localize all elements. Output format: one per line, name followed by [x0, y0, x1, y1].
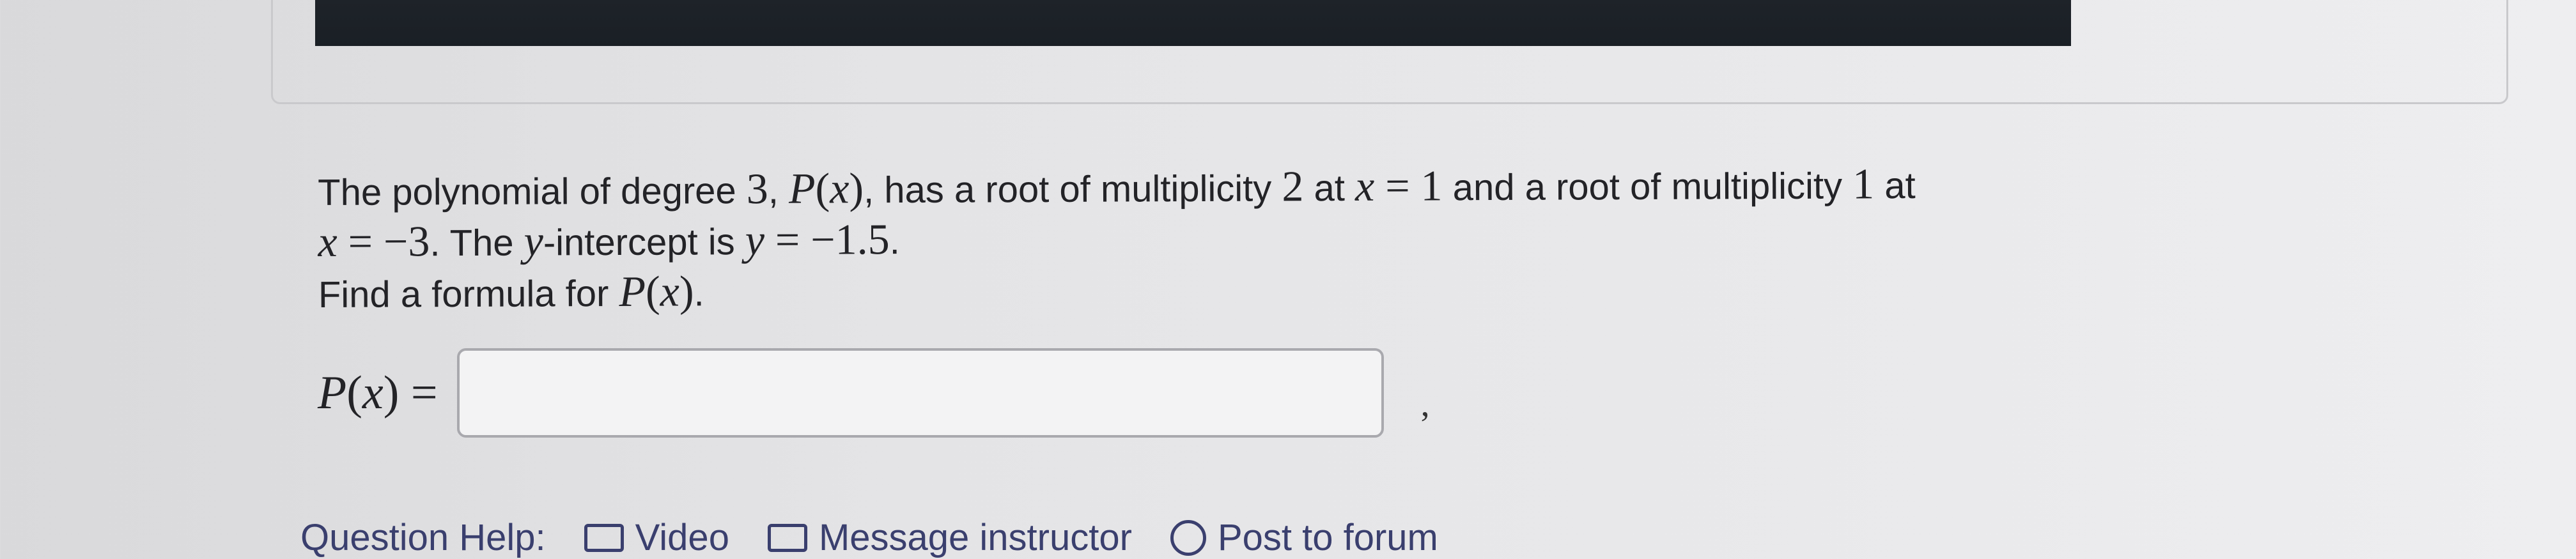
question-help-label: Question Help: — [300, 517, 546, 558]
math-equals-neg1-5: = −1.5 — [764, 215, 890, 264]
video-icon — [584, 523, 624, 552]
math-multiplicity-1: 1 — [1852, 159, 1875, 208]
post-to-forum-label: Post to forum — [1217, 517, 1438, 558]
math-equals-neg3: = −3 — [337, 217, 430, 266]
math-x: x — [830, 164, 850, 213]
math-paren: ) — [849, 164, 864, 213]
message-instructor-link[interactable]: Message instructor — [767, 516, 1132, 559]
video-link[interactable]: Video — [584, 516, 729, 559]
math-P: P — [318, 366, 347, 419]
math-paren: ( — [815, 164, 830, 213]
math-paren: ) — [679, 266, 694, 316]
mail-icon — [767, 523, 807, 552]
math-P: P — [788, 164, 816, 213]
question-text-segment: . The — [430, 222, 524, 264]
media-video-bar[interactable] — [315, 0, 2071, 46]
question-text: The polynomial of degree 3, P(x), has a … — [318, 156, 2428, 318]
question-text-segment: . — [889, 220, 900, 263]
math-multiplicity-2: 2 — [1282, 162, 1304, 211]
question-line-2: x = −3. The y-intercept is y = −1.5. — [318, 207, 2427, 267]
message-instructor-label: Message instructor — [818, 517, 1132, 558]
forum-icon — [1170, 519, 1206, 556]
post-to-forum-link[interactable]: Post to forum — [1170, 516, 1438, 559]
math-x: x — [1354, 161, 1375, 210]
question-text-segment: and a root of multiplicity — [1442, 165, 1853, 209]
math-x: x — [362, 366, 384, 419]
trailing-comma: , — [1420, 385, 1430, 424]
question-text-segment: at — [1303, 167, 1356, 210]
question-line-1: The polynomial of degree 3, P(x), has a … — [318, 156, 2427, 216]
question-text-segment: . — [694, 272, 704, 314]
math-x: x — [660, 266, 680, 316]
question-line-3: Find a formula for P(x). — [318, 258, 2428, 318]
question-text-segment: , — [768, 169, 789, 211]
bottom-links: Question Help: Video Message instructor … — [300, 516, 1477, 559]
answer-row: P(x) = , — [318, 345, 1430, 441]
math-paren: ( — [645, 266, 660, 316]
math-paren: ( — [346, 366, 362, 419]
question-text-segment: -intercept is — [543, 221, 745, 264]
question-text-segment: The polynomial of degree — [318, 170, 747, 213]
math-y: y — [524, 216, 544, 265]
question-text-segment: Find a formula for — [318, 272, 619, 316]
math-degree: 3 — [746, 164, 768, 213]
video-link-label: Video — [635, 517, 729, 558]
answer-label: P(x) = — [318, 366, 438, 420]
math-y: y — [745, 215, 765, 264]
math-equals-1: = 1 — [1374, 161, 1443, 210]
math-paren-equals: ) = — [383, 366, 438, 419]
math-x: x — [318, 217, 338, 266]
question-text-segment: at — [1874, 165, 1916, 207]
math-P: P — [619, 266, 646, 316]
question-text-segment: , has a root of multiplicity — [863, 167, 1282, 211]
answer-input[interactable] — [456, 348, 1384, 438]
question-help-link: Question Help: — [300, 516, 546, 559]
